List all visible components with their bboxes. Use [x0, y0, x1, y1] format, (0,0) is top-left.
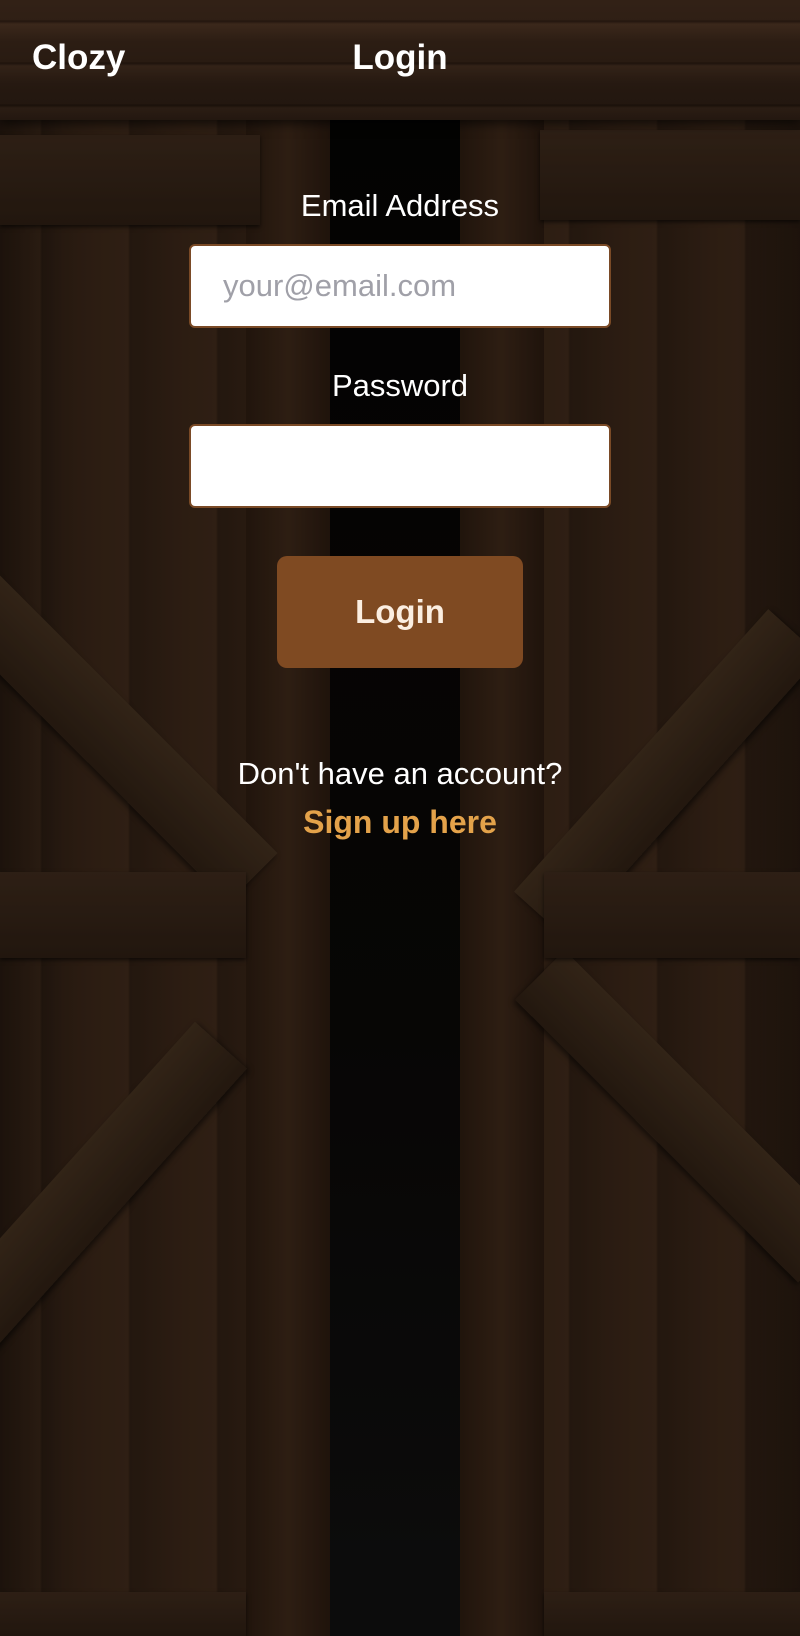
- login-form: Email Address Password Login: [0, 188, 800, 668]
- password-field[interactable]: [189, 424, 611, 508]
- app-header: Clozy Login: [0, 0, 800, 120]
- login-button[interactable]: Login: [277, 556, 523, 668]
- password-label: Password: [331, 368, 469, 403]
- signup-link[interactable]: Sign up here: [0, 804, 800, 841]
- page-title: Login: [352, 38, 448, 77]
- email-field[interactable]: [189, 244, 611, 328]
- email-label: Email Address: [300, 188, 500, 223]
- signup-prompt: Don't have an account?: [237, 756, 563, 791]
- login-screen: Clozy Login Email Address Password Login…: [0, 0, 800, 1636]
